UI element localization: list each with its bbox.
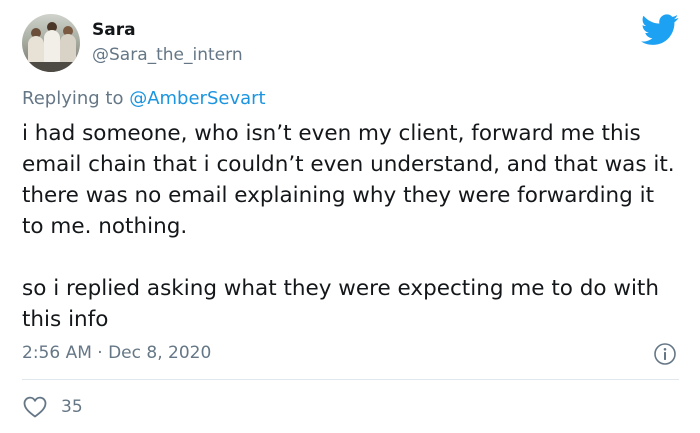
like-count: 35 (61, 397, 83, 417)
avatar[interactable] (22, 14, 80, 72)
reply-mention-link[interactable]: @AmberSevart (129, 88, 265, 109)
avatar-floor (22, 62, 80, 72)
tweet-timestamp[interactable]: 2:56 AM · Dec 8, 2020 (22, 343, 211, 363)
replying-to: Replying to @AmberSevart (22, 88, 266, 109)
tweet-card: Sara @Sara_the_intern Replying to @Amber… (0, 0, 700, 433)
heart-icon[interactable] (22, 395, 48, 419)
info-icon[interactable] (653, 342, 677, 366)
tweet-paragraph: i had someone, who isn’t even my client,… (22, 121, 675, 239)
author-display-name[interactable]: Sara (92, 20, 136, 40)
replying-to-prefix: Replying to (22, 88, 130, 109)
divider (22, 379, 679, 380)
avatar-person-body (44, 30, 60, 66)
tweet-paragraph: so i replied asking what they were expec… (22, 276, 659, 332)
twitter-bird-icon[interactable] (641, 14, 679, 46)
tweet-body: i had someone, who isn’t even my client,… (22, 118, 682, 335)
author-handle[interactable]: @Sara_the_intern (92, 45, 243, 65)
